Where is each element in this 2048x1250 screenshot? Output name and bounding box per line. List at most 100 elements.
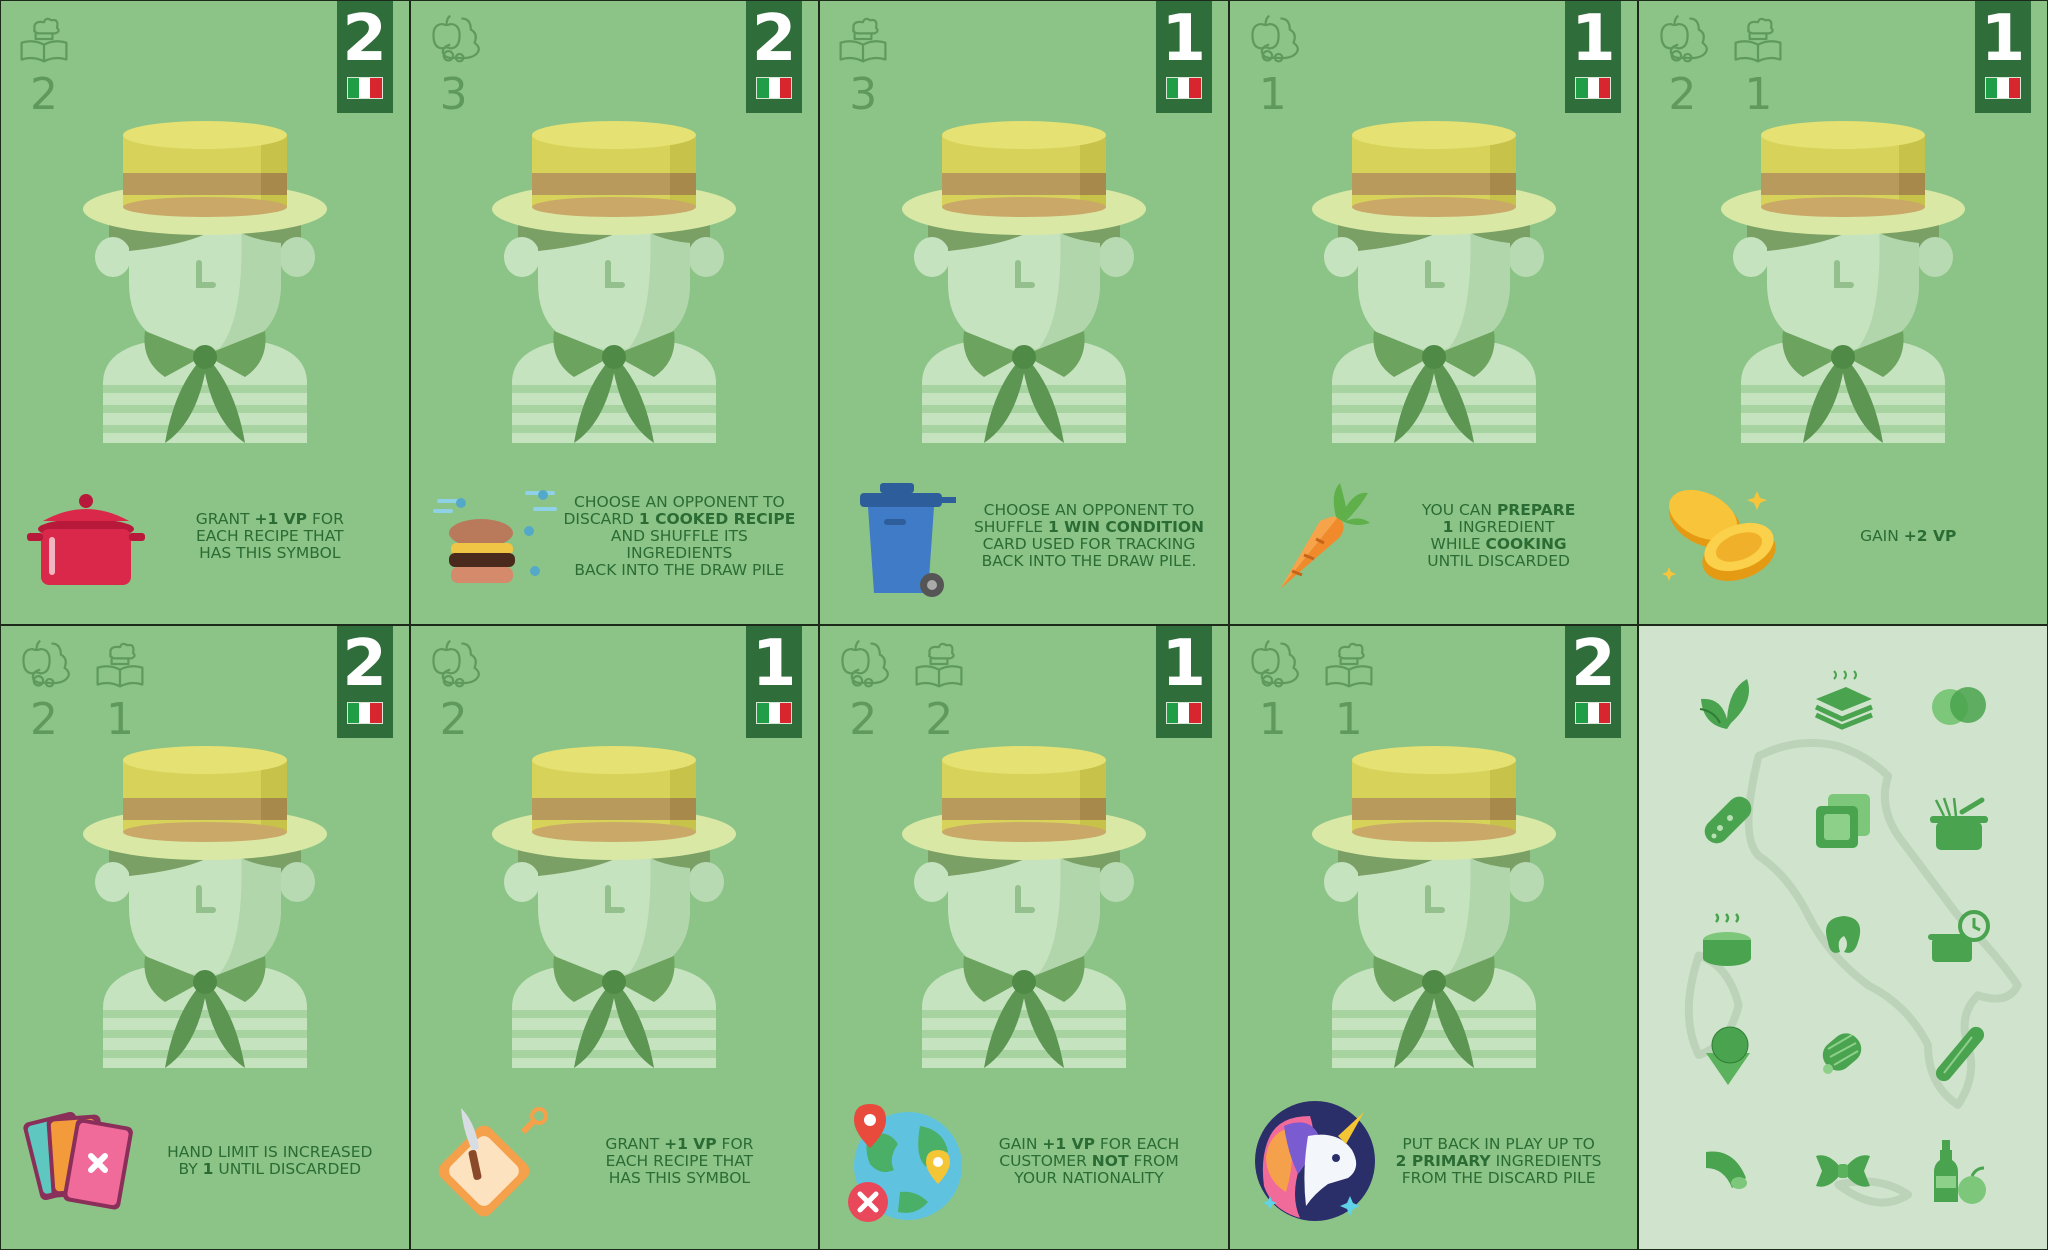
cucumber-icon: [1901, 996, 2017, 1113]
cost-item: 1: [91, 636, 149, 742]
victory-points: 2: [342, 2, 387, 76]
chef-card[interactable]: 1 12 PUT BACK IN PLAY UP TO 2 PRIMARY IN…: [1228, 625, 1639, 1250]
chef-illustration: [82, 121, 327, 443]
chef-portrait: [820, 113, 1228, 443]
salami-icon: [1669, 763, 1785, 880]
lasagna-icon: [1785, 646, 1901, 763]
victory-points: 1: [1161, 2, 1207, 76]
ravioli-icon: [1785, 763, 1901, 880]
vp-banner: 2: [746, 1, 803, 113]
cannoli-icon: [1785, 996, 1901, 1113]
victory-points: 2: [342, 627, 387, 701]
ingredients-icon: [841, 639, 890, 688]
recipe-book-icon: [839, 17, 887, 63]
italy-flag-icon: [1985, 77, 2021, 99]
chef-illustration: [82, 746, 327, 1068]
tortellini-icon: [1785, 879, 1901, 996]
card-cost: 2 2: [834, 636, 968, 742]
italy-flag-icon: [756, 77, 793, 99]
victory-points: 2: [1571, 627, 1616, 701]
chef-portrait: [1, 738, 409, 1068]
chef-card[interactable]: 2 11 GAIN +2 VP: [1638, 0, 2048, 625]
chef-card[interactable]: 2 12 HAND LIMIT IS INCREASED BY 1 UNTIL …: [0, 625, 410, 1250]
cost-item: 2: [425, 636, 483, 742]
ability-text: CHOOSE AN OPPONENT TO DISCARD 1 COOKED RE…: [563, 492, 796, 579]
chef-illustration: [492, 121, 737, 443]
italy-flag-icon: [1575, 702, 1612, 724]
italy-flag-icon: [1575, 77, 1612, 99]
basil-icon: [1669, 646, 1785, 763]
recipe-book-icon: [1325, 642, 1373, 688]
cost-item: 1: [1320, 636, 1378, 742]
chef-portrait: [411, 738, 819, 1068]
cost-item: 2: [15, 636, 73, 742]
ingredient-icon-grid: [1669, 646, 2017, 1229]
cost-item: 2: [1653, 11, 1711, 117]
hot-dough-icon: [1669, 879, 1785, 996]
chef-card[interactable]: 1 1 YOU CAN PREPARE 1 INGREDIENT WHILE COOK…: [1228, 0, 1639, 625]
chef-card[interactable]: 3 1 CHOOSE AN OPPONENT TO SHUFFLE 1 WIN CO…: [819, 0, 1229, 625]
farfalle-icon: [1785, 1112, 1901, 1229]
ingredients-icon: [1251, 639, 1299, 688]
italy-flag-icon: [1165, 77, 1202, 99]
chef-card[interactable]: 3 2 CHOOSE AN OPPONENT TO DISCARD 1 COOKED…: [409, 0, 820, 625]
ingredients-icon: [1660, 14, 1709, 63]
cutting-board-icon: [431, 1096, 561, 1226]
card-cost: 2: [425, 636, 483, 742]
ability-text: GRANT +1 VP FOR EACH RECIPE THAT HAS THIS …: [605, 1134, 754, 1187]
victory-points: 1: [1161, 627, 1207, 701]
ability-text: GRANT +1 VP FOR EACH RECIPE THAT HAS THIS …: [195, 509, 344, 562]
chef-illustration: [1311, 746, 1556, 1068]
card-ability: CHOOSE AN OPPONENT TO SHUFFLE 1 WIN CONDI…: [840, 461, 1208, 611]
vp-banner: 1: [1565, 1, 1622, 113]
vp-banner: 2: [1565, 626, 1622, 738]
victory-points: 1: [751, 627, 797, 701]
ability-text: PUT BACK IN PLAY UP TO 2 PRIMARY INGREDIE…: [1395, 1134, 1602, 1187]
chef-portrait: [1230, 113, 1638, 443]
cost-item: 2: [834, 636, 892, 742]
cost-item: 1: [1244, 636, 1302, 742]
chef-illustration: [901, 121, 1146, 443]
card-cost: 2 1: [1653, 11, 1787, 117]
cost-value: 2: [925, 694, 954, 745]
vp-banner: 2: [336, 626, 393, 738]
chef-card[interactable]: 2 2 GRANT +1 VP FOR EACH RECIPE THAT HAS TH…: [0, 0, 410, 625]
globe-pins-icon: [840, 1096, 970, 1226]
ability-text: GAIN +2 VP: [1860, 526, 1957, 545]
card-cost: 2: [15, 11, 73, 117]
cost-value: 1: [1258, 694, 1287, 745]
chef-card[interactable]: 2 1 GRANT +1 VP FOR EACH RECIPE THAT HAS TH…: [409, 625, 820, 1250]
victory-points: 1: [1571, 2, 1616, 76]
chef-portrait: [1, 113, 409, 443]
flying-sandwich-icon: [431, 471, 561, 601]
pot-with-pasta-icon: [1901, 763, 2017, 880]
vp-banner: 2: [336, 1, 393, 113]
gold-coins-icon: [1659, 471, 1789, 601]
italy-flag-icon: [346, 77, 383, 99]
cost-value: 1: [106, 694, 134, 745]
chef-illustration: [1311, 121, 1556, 443]
cost-value: 1: [1334, 694, 1363, 745]
chef-illustration: [1721, 121, 1966, 443]
card-ability: GRANT +1 VP FOR EACH RECIPE THAT HAS THIS …: [21, 461, 389, 611]
chef-portrait: [411, 113, 819, 443]
cost-value: 3: [849, 69, 878, 120]
cost-value: 3: [439, 69, 468, 120]
card-ability: GAIN +2 VP: [1659, 461, 2027, 611]
vp-banner: 1: [1155, 1, 1212, 113]
card-sheet: 22 GRANT +1 VP FOR EACH RECIPE THAT HAS TH…: [0, 0, 2048, 1250]
cost-item: 1: [1244, 11, 1302, 117]
ability-text: YOU CAN PREPARE 1 INGREDIENT WHILE COOKING…: [1421, 501, 1576, 570]
vp-banner: 1: [746, 626, 803, 738]
ingredient-legend-card[interactable]: [1638, 625, 2048, 1250]
ability-text: GAIN +1 VP FOR EACH CUSTOMER NOT FROM YOUR…: [998, 1134, 1180, 1187]
recipe-book-icon: [915, 642, 963, 688]
cost-value: 2: [1668, 69, 1697, 120]
chef-card[interactable]: 2 21 GAIN +1 VP FOR EACH CUSTOMER NOT FR…: [819, 625, 1229, 1250]
card-cost: 3: [425, 11, 483, 117]
vp-banner: 1: [1155, 626, 1212, 738]
italy-flag-icon: [756, 702, 793, 724]
gelato-cone-icon: [1669, 996, 1785, 1113]
chef-illustration: [492, 746, 737, 1068]
cost-value: 2: [30, 69, 58, 120]
